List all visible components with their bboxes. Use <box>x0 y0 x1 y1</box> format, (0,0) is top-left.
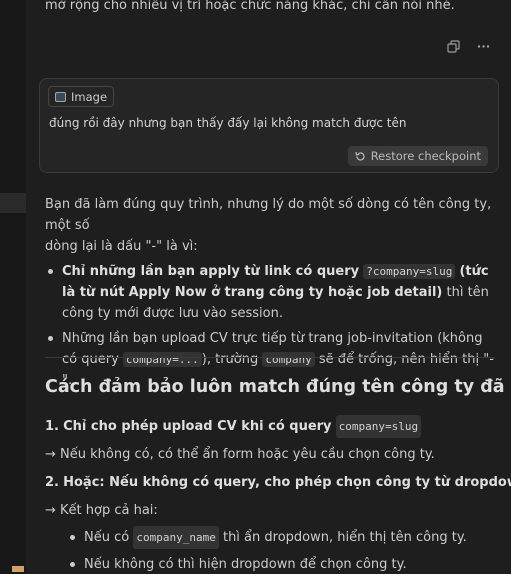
divider <box>45 357 495 358</box>
step-1-note: → Nếu không có, có thể ẩn form hoặc yêu … <box>45 440 495 468</box>
assistant-reply: Bạn đã làm đúng quy trình, nhưng lý do m… <box>45 194 495 395</box>
gutter-highlight <box>0 193 26 213</box>
bullet1-bold-line2: Apply Now ở trang công ty hoặc job detai… <box>128 285 443 300</box>
image-icon <box>55 91 66 102</box>
restore-icon <box>355 151 365 161</box>
combine-line: → Kết hợp cả hai: <box>45 496 495 524</box>
image-attachment-chip[interactable]: Image <box>48 86 115 107</box>
sub1-code: company_name <box>133 526 219 549</box>
bullet1-plain-line3: vào session. <box>202 306 283 321</box>
previous-message-text: mở rộng cho nhiều vị trí hoặc chức năng … <box>45 0 455 13</box>
section-heading: Cách đảm bảo luôn match đúng tên công ty… <box>45 377 511 397</box>
copy-icon[interactable] <box>445 38 461 54</box>
step-2-number: 2. <box>45 474 59 490</box>
image-attachment-label: Image <box>71 89 108 104</box>
sub2-text: Nếu không có thì hiện dropdown để chọn c… <box>84 557 407 572</box>
bullet2-code1: company=... <box>122 352 202 367</box>
reply-intro: Bạn đã làm đúng quy trình, nhưng lý do m… <box>45 194 495 257</box>
list-item: Nếu có company_name thì ẩn dropdown, hiể… <box>67 524 495 551</box>
list-item: Nếu không có thì hiện dropdown để chọn c… <box>67 551 495 574</box>
sub1-post: thì ẩn dropdown, hiển thị tên công ty. <box>222 530 467 545</box>
combine-list: Nếu có company_name thì ẩn dropdown, hiể… <box>67 524 495 574</box>
step-1: 1. Chỉ cho phép upload CV khi có query c… <box>45 412 495 440</box>
steps-list: 1. Chỉ cho phép upload CV khi có query c… <box>45 412 511 574</box>
reply-intro-line1: Bạn đã làm đúng quy trình, nhưng lý do m… <box>45 197 492 233</box>
bullet1-code: ?company=slug <box>363 264 456 279</box>
left-gutter <box>0 0 26 574</box>
step-1-text: Chỉ cho phép upload CV khi có query <box>63 418 332 434</box>
chat-panel: mở rộng cho nhiều vị trí hoặc chức năng … <box>26 0 511 574</box>
more-icon[interactable] <box>475 38 491 54</box>
restore-checkpoint-label: Restore checkpoint <box>370 149 481 163</box>
restore-checkpoint-button[interactable]: Restore checkpoint <box>347 146 488 166</box>
gutter-mark <box>12 566 24 572</box>
bullet1-bold: Chỉ những lần bạn apply từ link có query <box>62 264 360 279</box>
reply-intro-line2: dòng lại là dấu "-" là vì: <box>45 239 198 254</box>
list-item: Chỉ những lần bạn apply từ link có query… <box>45 261 495 324</box>
step-2: 2. Hoặc: Nếu không có query, cho phép ch… <box>45 468 511 496</box>
user-message-card: Image đúng rồi đây nhưng bạn thấy đấy lạ… <box>39 78 499 173</box>
step-1-number: 1. <box>45 418 59 434</box>
sub1-pre: Nếu có <box>84 530 130 545</box>
step-2-text: Hoặc: Nếu không có query, cho phép chọn … <box>63 474 511 490</box>
bullet2-text2: ), trường <box>201 352 259 367</box>
bullet2-code2: company <box>262 352 315 367</box>
step-1-note-text: → Nếu không có, có thể ẩn form hoặc yêu … <box>45 446 435 462</box>
user-message-text: đúng rồi đây nhưng bạn thấy đấy lại khôn… <box>49 116 407 130</box>
message-actions <box>445 38 491 54</box>
step-1-code: company=slug <box>335 414 422 438</box>
combine-text: → Kết hợp cả hai: <box>45 502 158 518</box>
reason-list: Chỉ những lần bạn apply từ link có query… <box>45 261 495 391</box>
